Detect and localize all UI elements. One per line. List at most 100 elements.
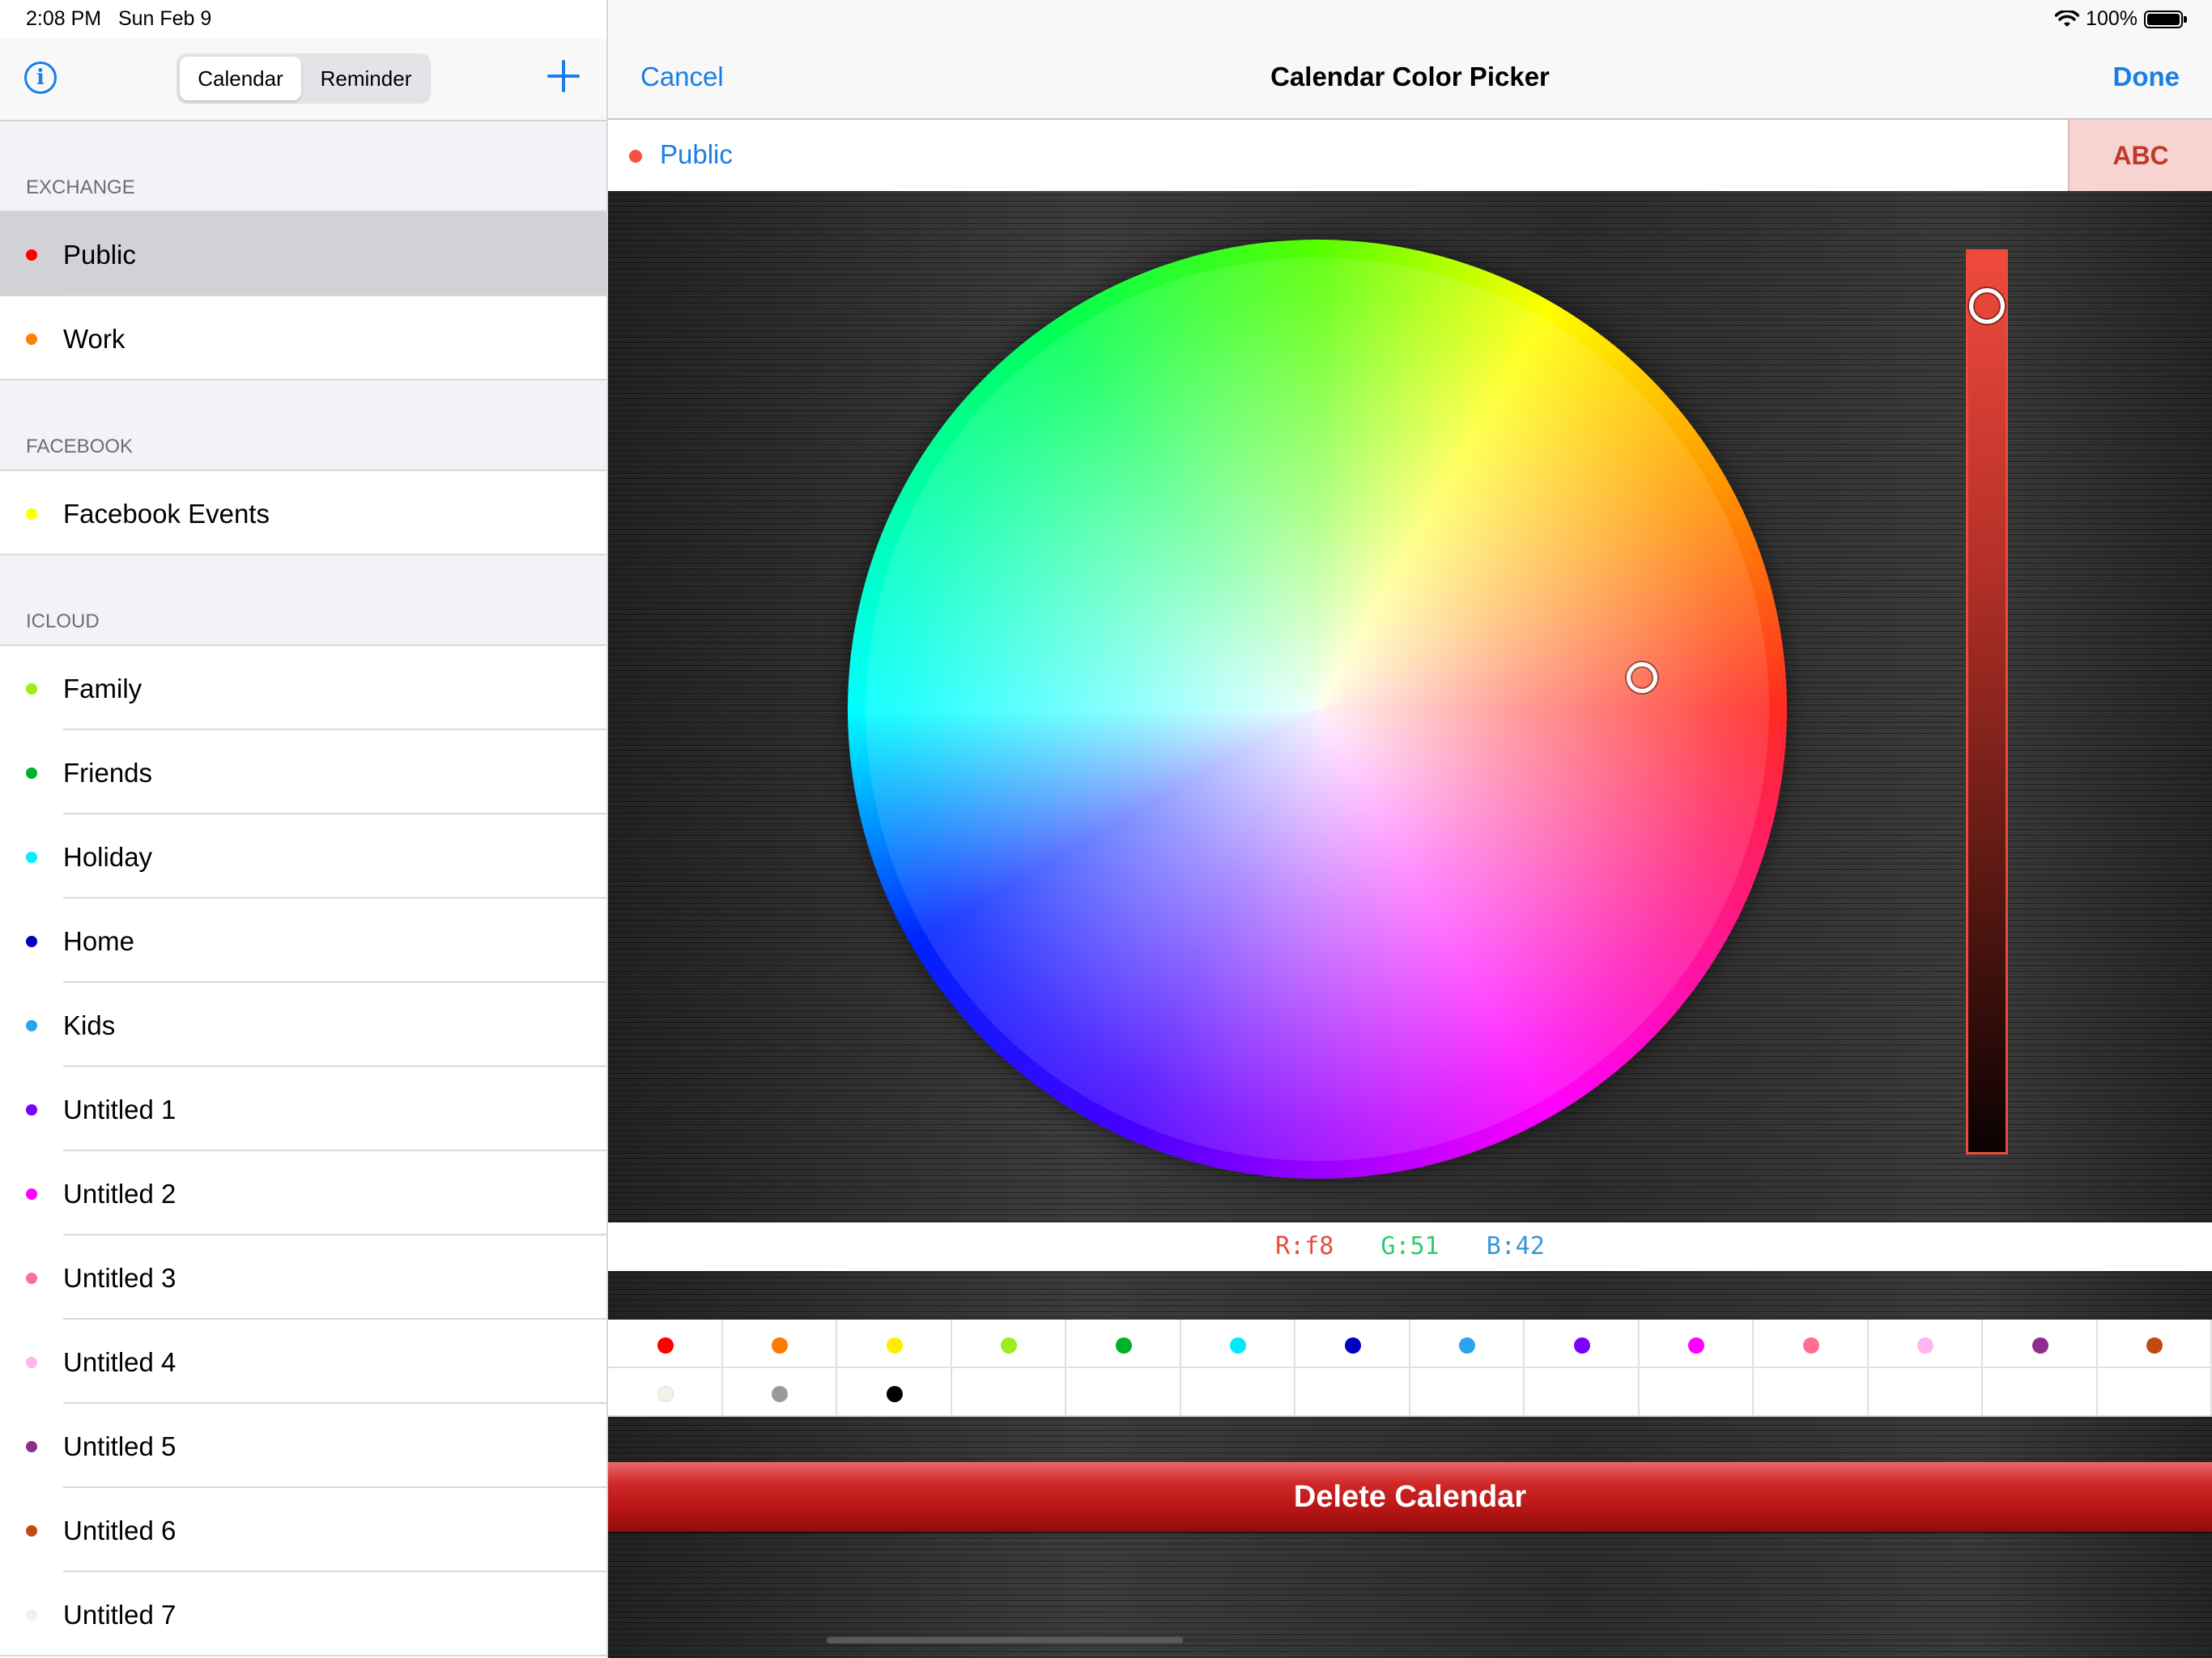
calendar-list-item[interactable]: Untitled 4 (0, 1320, 606, 1404)
rgb-readout: R:f8 G:51 B:42 (608, 1222, 2212, 1271)
home-indicator (827, 1637, 1183, 1643)
color-swatch[interactable] (608, 1368, 723, 1417)
color-swatch-dot (2146, 1337, 2163, 1354)
color-wheel-disc (866, 257, 1769, 1161)
calendar-list-item[interactable]: Kids (0, 983, 606, 1067)
calendar-name-label: Untitled 1 (63, 1095, 177, 1124)
calendar-reminder-segmented-control: Calendar Reminder (177, 53, 431, 104)
delete-calendar-button[interactable]: Delete Calendar (608, 1462, 2212, 1532)
calendar-color-dot (26, 767, 37, 779)
calendar-color-dot (26, 1020, 37, 1031)
empty-swatch-cell (1525, 1368, 1640, 1417)
rgb-green-value: G:51 (1380, 1232, 1440, 1261)
color-swatch[interactable] (2097, 1320, 2212, 1368)
color-swatch-dot (657, 1386, 674, 1402)
calendar-name-label: Holiday (63, 842, 153, 872)
calendar-name-label: Public (63, 240, 136, 270)
calendar-color-dot (26, 1609, 37, 1621)
color-swatch-dot (886, 1386, 903, 1402)
battery-icon (2144, 10, 2187, 28)
color-swatch-dot (772, 1337, 789, 1354)
calendar-list-item[interactable]: Untitled 2 (0, 1151, 606, 1235)
color-swatch[interactable] (1983, 1320, 2098, 1368)
calendar-list-item[interactable]: Public (0, 212, 606, 296)
color-swatch[interactable] (722, 1368, 837, 1417)
segment-calendar[interactable]: Calendar (180, 57, 301, 100)
color-swatch[interactable] (1525, 1320, 1640, 1368)
calendar-color-dot (26, 1104, 37, 1116)
color-wheel-handle[interactable] (1627, 662, 1657, 693)
color-picker-panel: Cancel Calendar Color Picker Done Public… (608, 0, 2212, 1658)
section-header-label: FACEBOOK (26, 436, 134, 457)
calendar-name-label: Untitled 2 (63, 1179, 177, 1209)
color-swatch-dot (1230, 1337, 1247, 1354)
empty-swatch-cell (2097, 1368, 2212, 1417)
color-swatch[interactable] (608, 1320, 723, 1368)
rgb-red-value: R:f8 (1275, 1232, 1334, 1261)
segment-reminder[interactable]: Reminder (304, 57, 428, 100)
color-swatch[interactable] (1639, 1320, 1754, 1368)
wifi-icon (2055, 10, 2080, 27)
empty-swatch-cell (1983, 1368, 2098, 1417)
rgb-blue-value: B:42 (1486, 1232, 1545, 1261)
status-time: 2:08 PM (26, 7, 102, 30)
color-swatch[interactable] (722, 1320, 837, 1368)
calendar-list-item[interactable]: Untitled 5 (0, 1404, 606, 1488)
calendar-list-item[interactable]: Untitled 1 (0, 1067, 606, 1151)
calendar-name-label: Home (63, 926, 135, 956)
done-button[interactable]: Done (2113, 62, 2180, 92)
calendar-color-dot (26, 683, 37, 695)
color-swatch-dot (886, 1337, 903, 1354)
brightness-slider-handle[interactable] (1969, 287, 2005, 324)
calendar-name-label: Untitled 5 (63, 1431, 177, 1461)
status-time-date: 2:08 PM Sun Feb 9 (26, 7, 211, 31)
calendar-list-item[interactable]: Work (0, 296, 606, 380)
empty-swatch-cell (1639, 1368, 1754, 1417)
color-swatch[interactable] (1868, 1320, 1983, 1368)
info-icon[interactable]: i (24, 62, 57, 94)
color-swatch-dot (772, 1386, 789, 1402)
calendar-color-dot (26, 1441, 37, 1452)
empty-swatch-cell (1066, 1368, 1181, 1417)
color-swatch-dot (1344, 1337, 1361, 1354)
calendar-name-label: Facebook Events (63, 499, 270, 529)
add-calendar-icon[interactable] (547, 60, 580, 92)
calendar-list-item[interactable]: Untitled 6 (0, 1488, 606, 1572)
color-swatch[interactable] (1066, 1320, 1181, 1368)
color-swatch-dot (1459, 1337, 1476, 1354)
color-wheel[interactable] (848, 240, 1787, 1179)
calendar-list-item[interactable]: Holiday (0, 814, 606, 899)
color-swatch[interactable] (1295, 1320, 1410, 1368)
calendar-color-dot (26, 508, 37, 520)
calendar-list-item[interactable]: Facebook Events (0, 471, 606, 555)
calendar-name-label: Friends (63, 758, 153, 788)
calendar-list-item[interactable]: Friends (0, 730, 606, 814)
section-header: EXCHANGE (0, 121, 606, 212)
empty-swatch-cell (1410, 1368, 1525, 1417)
color-swatch[interactable] (1754, 1320, 1869, 1368)
color-swatch[interactable] (1180, 1320, 1295, 1368)
calendar-list-item[interactable]: Untitled 3 (0, 1235, 606, 1320)
color-swatch[interactable] (837, 1320, 952, 1368)
color-swatch[interactable] (837, 1368, 952, 1417)
calendar-color-dot (26, 1357, 37, 1368)
color-swatch[interactable] (951, 1320, 1066, 1368)
calendar-list-item[interactable]: Home (0, 899, 606, 983)
brightness-slider[interactable] (1966, 249, 2008, 1154)
calendar-color-dot (26, 249, 37, 261)
color-swatch[interactable] (1410, 1320, 1525, 1368)
section-header-label: ICLOUD (26, 610, 100, 632)
empty-swatch-cell (1868, 1368, 1983, 1417)
empty-swatch-cell (1295, 1368, 1410, 1417)
calendar-name-label: Family (63, 674, 143, 704)
battery-percentage: 100% (2086, 7, 2138, 30)
color-preview-abc: ABC (2068, 120, 2212, 191)
color-swatch-dot (2031, 1337, 2048, 1354)
calendar-name-label: Untitled 3 (63, 1263, 177, 1293)
page-title: Calendar Color Picker (1270, 62, 1550, 91)
calendar-list-item[interactable]: Untitled 7 (0, 1572, 606, 1656)
calendar-name-field[interactable]: Public (660, 139, 733, 170)
row-separator (0, 1655, 606, 1656)
status-indicators: 100% (2055, 7, 2187, 31)
calendar-list-item[interactable]: Family (0, 646, 606, 730)
